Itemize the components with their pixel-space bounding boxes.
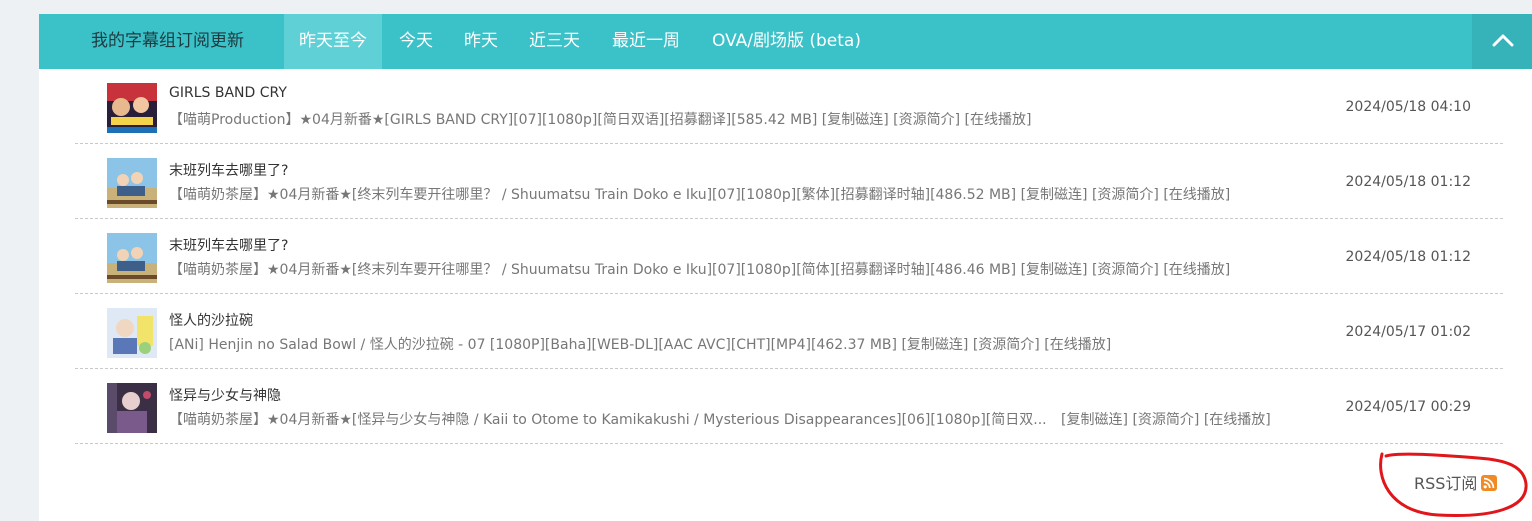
- item-title[interactable]: GIRLS BAND CRY: [169, 85, 287, 101]
- tab-today[interactable]: 今天: [399, 14, 433, 69]
- resource-intro-link[interactable]: [资源简介]: [1092, 262, 1159, 278]
- item-description: 【喵萌奶茶屋】★04月新番★[终末列车要开往哪里？ / Shuumatsu Tr…: [169, 184, 1230, 204]
- tab-last-three-days[interactable]: 近三天: [529, 14, 580, 69]
- anime-thumbnail[interactable]: [107, 83, 157, 133]
- copy-magnet-link[interactable]: [复制磁连]: [1061, 412, 1128, 428]
- copy-magnet-link[interactable]: [复制磁连]: [1021, 187, 1088, 203]
- item-title[interactable]: 怪人的沙拉碗: [169, 310, 253, 330]
- item-description: 【喵萌奶茶屋】★04月新番★[终末列车要开往哪里？ / Shuumatsu Tr…: [169, 259, 1230, 279]
- item-release-name[interactable]: [ANi] Henjin no Salad Bowl / 怪人的沙拉碗 - 07…: [169, 337, 897, 353]
- resource-intro-link[interactable]: [资源简介]: [893, 112, 960, 128]
- copy-magnet-link[interactable]: [复制磁连]: [1021, 262, 1088, 278]
- copy-magnet-link[interactable]: [复制磁连]: [822, 112, 889, 128]
- subscription-panel: 我的字幕组订阅更新 昨天至今 今天 昨天 近三天 最近一周 OVA/剧场版 (b…: [39, 14, 1532, 521]
- rss-subscribe-link[interactable]: RSS订阅: [1414, 470, 1498, 494]
- tab-yesterday[interactable]: 昨天: [464, 14, 498, 69]
- play-online-link[interactable]: [在线播放]: [1204, 412, 1271, 428]
- anime-thumbnail[interactable]: [107, 383, 157, 433]
- item-date: 2024/05/18 04:10: [1345, 99, 1472, 115]
- item-title[interactable]: 怪异与少女与神隐: [169, 385, 281, 405]
- resource-intro-link[interactable]: [资源简介]: [1092, 187, 1159, 203]
- play-online-link[interactable]: [在线播放]: [965, 112, 1032, 128]
- item-description: [ANi] Henjin no Salad Bowl / 怪人的沙拉碗 - 07…: [169, 334, 1111, 354]
- subscription-navbar: 我的字幕组订阅更新 昨天至今 今天 昨天 近三天 最近一周 OVA/剧场版 (b…: [39, 14, 1532, 69]
- item-release-name[interactable]: 【喵萌Production】★04月新番★[GIRLS BAND CRY][07…: [169, 112, 817, 128]
- item-description: 【喵萌奶茶屋】★04月新番★[怪异与少女与神隐 / Kaii to Otome …: [169, 409, 1271, 429]
- item-title[interactable]: 末班列车去哪里了?: [169, 235, 288, 255]
- play-online-link[interactable]: [在线播放]: [1044, 337, 1111, 353]
- item-description: 【喵萌Production】★04月新番★[GIRLS BAND CRY][07…: [169, 109, 1031, 129]
- rss-icon: [1481, 475, 1498, 491]
- anime-thumbnail[interactable]: [107, 158, 157, 208]
- play-online-link[interactable]: [在线播放]: [1163, 262, 1230, 278]
- list-item: 怪异与少女与神隐 【喵萌奶茶屋】★04月新番★[怪异与少女与神隐 / Kaii …: [75, 369, 1503, 444]
- play-online-link[interactable]: [在线播放]: [1163, 187, 1230, 203]
- list-item: 末班列车去哪里了? 【喵萌奶茶屋】★04月新番★[终末列车要开往哪里？ / Sh…: [75, 144, 1503, 219]
- collapse-button[interactable]: [1472, 14, 1532, 69]
- item-release-name[interactable]: 【喵萌奶茶屋】★04月新番★[终末列车要开往哪里？ / Shuumatsu Tr…: [169, 262, 1016, 278]
- list-item: GIRLS BAND CRY 【喵萌Production】★04月新番★[GIR…: [75, 69, 1503, 144]
- tab-ova-movie[interactable]: OVA/剧场版 (beta): [712, 14, 861, 69]
- item-release-name[interactable]: 【喵萌奶茶屋】★04月新番★[终末列车要开往哪里？ / Shuumatsu Tr…: [169, 187, 1016, 203]
- anime-thumbnail[interactable]: [107, 308, 157, 358]
- item-date: 2024/05/17 01:02: [1345, 324, 1472, 340]
- resource-intro-link[interactable]: [资源简介]: [1132, 412, 1199, 428]
- tab-last-week[interactable]: 最近一周: [612, 14, 680, 69]
- item-date: 2024/05/18 01:12: [1345, 249, 1472, 265]
- item-date: 2024/05/18 01:12: [1345, 174, 1472, 190]
- item-release-name[interactable]: 【喵萌奶茶屋】★04月新番★[怪异与少女与神隐 / Kaii to Otome …: [169, 412, 1047, 428]
- chevron-up-icon: [1492, 34, 1514, 47]
- list-item: 怪人的沙拉碗 [ANi] Henjin no Salad Bowl / 怪人的沙…: [75, 294, 1503, 369]
- update-list: GIRLS BAND CRY 【喵萌Production】★04月新番★[GIR…: [75, 69, 1503, 444]
- list-item: 末班列车去哪里了? 【喵萌奶茶屋】★04月新番★[终末列车要开往哪里？ / Sh…: [75, 219, 1503, 294]
- tab-since-yesterday[interactable]: 昨天至今: [284, 14, 382, 69]
- item-title[interactable]: 末班列车去哪里了?: [169, 160, 288, 180]
- copy-magnet-link[interactable]: [复制磁连]: [901, 337, 968, 353]
- item-date: 2024/05/17 00:29: [1345, 399, 1472, 415]
- rss-label: RSS订阅: [1414, 474, 1478, 493]
- resource-intro-link[interactable]: [资源简介]: [973, 337, 1040, 353]
- page-title: 我的字幕组订阅更新: [91, 31, 244, 51]
- anime-thumbnail[interactable]: [107, 233, 157, 283]
